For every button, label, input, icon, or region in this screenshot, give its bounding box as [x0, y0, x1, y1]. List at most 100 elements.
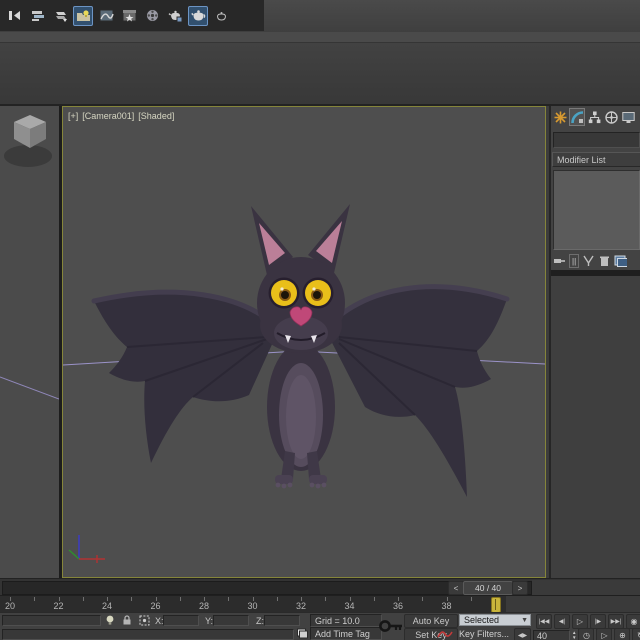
selection-filter-dropdown[interactable]: Selected ▼ — [459, 614, 531, 626]
current-frame-field[interactable]: 40 — [533, 630, 570, 640]
schematic-view-icon[interactable] — [50, 6, 70, 26]
time-configuration-icon: ◷ — [582, 631, 590, 640]
orbit-button[interactable]: ↻ — [632, 628, 640, 640]
set-key-mode-key-icon[interactable] — [379, 618, 403, 636]
selection-lock-icon[interactable] — [121, 614, 133, 628]
object-name-field[interactable] — [553, 132, 640, 148]
viewport-camera[interactable]: [+] [Camera001] [Shaded] — [62, 106, 546, 578]
3dsmax-window: [+] [Camera001] [Shaded] Modifier List |… — [0, 0, 640, 640]
pin-stack-icon[interactable] — [553, 254, 566, 269]
zoom-region-icon: ▷ — [601, 631, 608, 640]
toolbar-icon-strip — [0, 0, 264, 31]
chevron-down-icon: ▼ — [521, 616, 528, 624]
auto-key-label: Auto Key — [412, 616, 450, 626]
configure-modifier-sets-icon[interactable] — [614, 254, 629, 269]
remove-modifier-icon[interactable] — [598, 254, 611, 269]
time-slider-prev-button[interactable]: < — [448, 581, 464, 595]
status-line-field[interactable] — [2, 615, 101, 626]
align-icon[interactable] — [4, 6, 24, 26]
key-step-icon: ◀▶ — [517, 633, 528, 639]
show-end-result-icon[interactable]: || — [569, 254, 580, 268]
go-to-end-icon: ▶▶| — [610, 619, 622, 625]
world-axis-gizmo — [68, 535, 105, 563]
modifier-stack-list[interactable] — [553, 170, 640, 250]
time-slider-row: < 40 / 40 > — [0, 578, 640, 595]
listener-window-icon[interactable] — [296, 627, 308, 640]
pan-button[interactable]: ⊕ — [614, 628, 631, 640]
trackbar-tick — [325, 597, 327, 601]
tab-create[interactable] — [552, 108, 568, 126]
trackbar-tick — [131, 597, 133, 601]
time-slider-next-button[interactable]: > — [512, 581, 528, 595]
make-unique-icon[interactable] — [582, 254, 595, 269]
status-bar: X: Y: Z: Grid = 10.0 Add Time Tag Auto K… — [0, 612, 640, 640]
previous-frame-button[interactable]: ◀| — [554, 614, 570, 629]
spinner-down-icon[interactable]: ▼ — [572, 635, 576, 640]
lightbulb-icon[interactable] — [104, 614, 116, 628]
secondary-toolbar — [0, 32, 640, 43]
key-mode-icon: ◉ — [630, 617, 638, 626]
render-setup-icon[interactable] — [119, 6, 139, 26]
coord-x-field[interactable] — [163, 615, 199, 626]
grid-edge-line — [0, 376, 59, 400]
folder-lightbulb-icon[interactable] — [73, 5, 93, 26]
trackbar-frame-label: 38 — [441, 601, 452, 611]
add-time-tag-label: Add Time Tag — [315, 628, 370, 639]
bat-model[interactable] — [91, 204, 510, 497]
trackbar-ruler[interactable]: 20 22 24 26 28 30 32 34 36 38 — [0, 596, 506, 612]
trackbar-out-of-range — [506, 596, 640, 612]
teapot-arrow-icon[interactable] — [165, 6, 185, 26]
coord-y-field[interactable] — [213, 615, 249, 626]
trackbar-tick — [179, 597, 181, 601]
frame-controls: ◀▶ 40 ▲▼ ◷ ▷ ⊕ ↻ — [514, 628, 640, 640]
play-button[interactable]: ▷ — [572, 614, 588, 629]
layers-icon[interactable] — [27, 6, 47, 26]
modifier-list-dropdown[interactable]: Modifier List — [552, 152, 640, 167]
go-to-start-icon: |◀◀ — [538, 619, 550, 625]
trackbar-frame-label: 24 — [101, 601, 113, 611]
trackbar-frame-label: 26 — [150, 601, 161, 611]
time-configuration-button[interactable]: ◷ — [578, 628, 595, 640]
key-mode-toggle-button[interactable]: ◉ — [626, 614, 640, 629]
coord-z-field[interactable] — [264, 615, 300, 626]
trackbar-tick — [34, 597, 36, 601]
trackbar-frame-label: 30 — [247, 601, 258, 611]
curve-editor-icon[interactable] — [96, 6, 116, 26]
time-slider-handle[interactable]: 40 / 40 — [463, 581, 513, 595]
trackbar-frame-label: 20 — [4, 601, 16, 611]
tab-display[interactable] — [620, 108, 636, 126]
next-frame-arrow: > — [517, 583, 523, 593]
teapot-outline-icon[interactable] — [211, 6, 231, 26]
current-frame-marker[interactable] — [491, 597, 501, 612]
tab-motion[interactable] — [603, 108, 619, 126]
trackbar-frame-label: 22 — [53, 601, 64, 611]
playback-controls: |◀◀ ◀| ▷ |▶ ▶▶| ◉ ▦ — [536, 614, 640, 629]
key-filters-button[interactable]: Key Filters... — [456, 628, 512, 640]
prompt-line-field — [2, 629, 294, 640]
add-time-tag[interactable]: Add Time Tag — [310, 627, 382, 640]
next-frame-button[interactable]: |▶ — [590, 614, 606, 629]
current-frame-value: 40 — [537, 631, 548, 640]
teapot-icon[interactable] — [188, 5, 208, 26]
frame-spinner[interactable]: ▲ ▼ — [572, 630, 576, 640]
absolute-offset-mode-icon[interactable] — [138, 614, 151, 629]
go-to-end-button[interactable]: ▶▶| — [608, 614, 624, 629]
ribbon-area — [0, 43, 640, 106]
viewport-left[interactable] — [0, 106, 59, 578]
tab-hierarchy[interactable] — [586, 108, 602, 126]
auto-key-button[interactable]: Auto Key — [404, 614, 458, 628]
trackbar-tick — [82, 597, 84, 601]
cube-object[interactable] — [4, 115, 52, 167]
grid-setting-display: Grid = 10.0 — [310, 614, 382, 627]
go-to-start-button[interactable]: |◀◀ — [536, 614, 552, 629]
video-icon[interactable] — [142, 6, 162, 26]
set-key-curve-icon[interactable] — [437, 627, 453, 640]
coord-z-label: Z: — [256, 616, 264, 626]
time-slider-right-fill — [532, 580, 640, 595]
trackbar-tick — [373, 597, 375, 601]
tab-modify[interactable] — [569, 108, 585, 126]
trackbar-tick — [228, 597, 230, 601]
key-step-toggle-button[interactable]: ◀▶ — [514, 628, 531, 640]
zoom-region-button[interactable]: ▷ — [596, 628, 613, 640]
track-bar[interactable]: 20 22 24 26 28 30 32 34 36 38 — [0, 595, 640, 612]
